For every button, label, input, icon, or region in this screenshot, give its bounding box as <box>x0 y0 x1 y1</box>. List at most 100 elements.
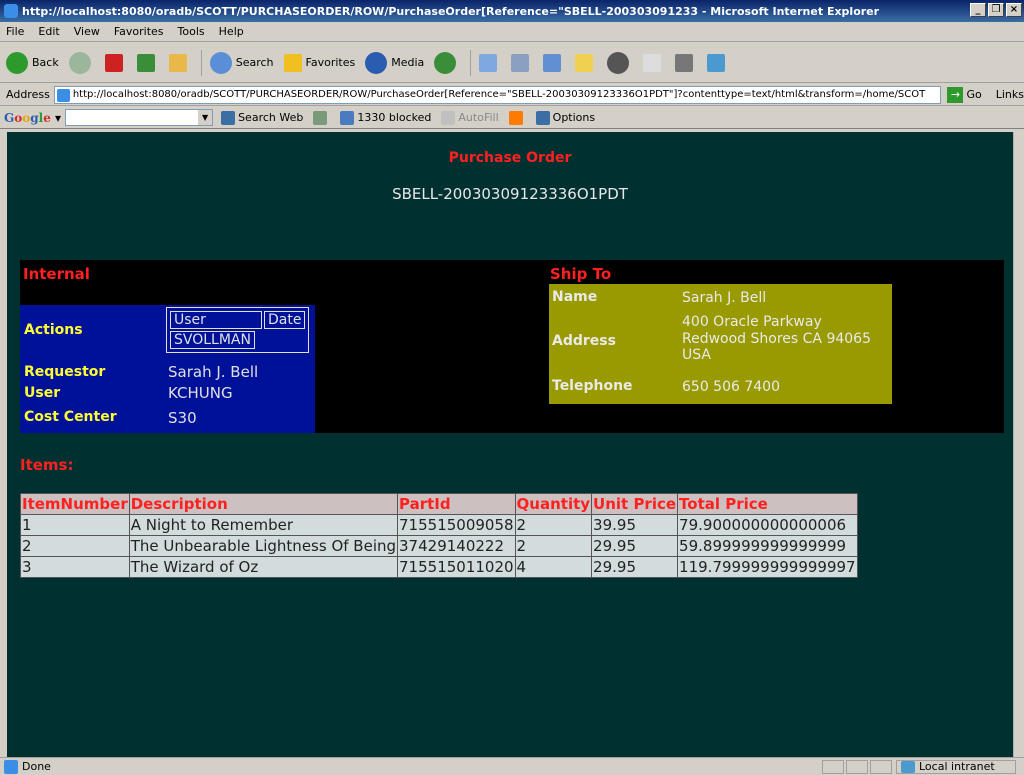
tools-button[interactable] <box>675 53 697 72</box>
home-button[interactable] <box>168 53 191 72</box>
popup-blocker-icon <box>340 110 355 125</box>
address-line-2: Redwood Shores CA 94065 <box>682 331 871 347</box>
address-line-3: USA <box>682 347 711 363</box>
menu-tools[interactable]: Tools <box>178 25 205 38</box>
cell-unit-price: 39.95 <box>591 514 679 536</box>
col-unit-price: Unit Price <box>591 493 679 515</box>
menu-edit[interactable]: Edit <box>38 25 59 38</box>
cell-quantity: 2 <box>514 514 593 536</box>
search-icon <box>209 51 232 74</box>
refresh-button[interactable] <box>136 53 159 72</box>
history-button[interactable] <box>434 51 460 74</box>
favorites-label: Favorites <box>305 56 356 69</box>
ie-icon <box>4 4 18 18</box>
menu-help[interactable]: Help <box>219 25 244 38</box>
discuss-icon <box>575 53 594 72</box>
cell-description: The Unbearable Lightness Of Being <box>128 535 399 557</box>
x-circle-icon <box>607 51 630 74</box>
messenger-button[interactable] <box>707 53 729 72</box>
chevron-down-icon[interactable]: ▼ <box>198 110 213 125</box>
cell-unit-price: 29.95 <box>591 535 679 557</box>
blogger-button[interactable] <box>508 110 526 125</box>
go-arrow-icon: → <box>947 86 964 103</box>
restore-button[interactable]: ❐ <box>988 3 1004 17</box>
cell-partid: 715515009058 <box>397 514 516 536</box>
search-button[interactable]: Search <box>209 51 274 74</box>
cost-center-label: Cost Center <box>24 409 117 425</box>
cell-quantity: 4 <box>514 556 593 578</box>
name-label: Name <box>552 289 598 305</box>
cell-partid: 715515011020 <box>397 556 516 578</box>
table-row: 3 The Wizard of Oz 715515011020 4 29.95 … <box>20 556 858 578</box>
ship-to-heading: Ship To <box>550 265 612 283</box>
mail-button[interactable] <box>479 53 501 72</box>
links-label[interactable]: Links <box>996 88 1024 101</box>
cell-unit-price: 29.95 <box>591 556 679 578</box>
actions-header-date: Date <box>264 311 306 329</box>
options-button[interactable]: Options <box>535 110 595 125</box>
popup-blocker-button[interactable]: 1330 blocked <box>340 110 432 125</box>
status-text: Done <box>22 760 51 773</box>
menu-view[interactable]: View <box>74 25 100 38</box>
address-line-1: 400 Oracle Parkway <box>682 314 822 330</box>
messenger-icon <box>707 53 726 72</box>
blocked-label: 1330 blocked <box>357 111 432 124</box>
standard-toolbar: Back Search Favorites Media <box>0 43 1024 83</box>
forward-arrow-icon <box>68 51 91 74</box>
favorites-button[interactable]: Favorites <box>283 53 356 72</box>
col-itemnumber: ItemNumber <box>20 493 130 515</box>
minimize-button[interactable]: _ <box>970 3 986 17</box>
cell-partid: 37429140222 <box>397 535 516 557</box>
discuss-button[interactable] <box>575 53 597 72</box>
pagerank-button[interactable] <box>313 110 330 125</box>
col-partid: PartId <box>397 493 516 515</box>
forward-button[interactable] <box>68 51 95 74</box>
search-label: Search <box>235 56 274 69</box>
actions-user-value: SVOLLMAN <box>170 331 255 349</box>
pagerank-icon <box>313 110 328 125</box>
address-label: Address <box>552 333 616 349</box>
page-icon <box>56 88 70 102</box>
menu-bar: File Edit View Favorites Tools Help <box>0 22 1024 42</box>
history-icon <box>434 51 457 74</box>
close-button[interactable]: × <box>1006 3 1022 17</box>
search-web-label: Search Web <box>238 111 304 124</box>
autofill-button[interactable]: AutoFill <box>441 110 499 125</box>
security-zone[interactable]: Local intranet <box>896 759 1016 774</box>
cell-total-price: 59.899999999999999 <box>677 535 858 557</box>
name-value: Sarah J. Bell <box>682 290 767 306</box>
status-cell <box>822 759 844 774</box>
home-icon <box>168 53 187 72</box>
go-button[interactable]: → Go <box>947 86 982 103</box>
google-search-input[interactable]: ▼ <box>65 109 214 126</box>
page-title: Purchase Order <box>448 150 572 166</box>
cost-center-value: S30 <box>168 409 197 427</box>
media-button[interactable]: Media <box>365 51 424 74</box>
search-web-button[interactable]: Search Web <box>221 110 304 125</box>
print-button[interactable] <box>511 53 533 72</box>
research-icon <box>643 53 662 72</box>
print-icon <box>511 53 530 72</box>
refresh-icon <box>136 53 155 72</box>
actions-table: User Date SVOLLMAN <box>166 307 310 353</box>
col-quantity: Quantity <box>514 493 593 515</box>
requestor-value: Sarah J. Bell <box>168 363 259 381</box>
edit-button[interactable] <box>543 53 565 72</box>
menu-file[interactable]: File <box>6 25 24 38</box>
col-description: Description <box>128 493 399 515</box>
cell-description: A Night to Remember <box>128 514 399 536</box>
user-value: KCHUNG <box>168 384 233 402</box>
back-button[interactable]: Back <box>6 51 59 74</box>
menu-favorites[interactable]: Favorites <box>114 25 164 38</box>
research-button[interactable] <box>643 53 665 72</box>
cell-itemnumber: 2 <box>20 535 130 557</box>
zone-label: Local intranet <box>919 760 995 773</box>
close-tab-button[interactable] <box>607 51 633 74</box>
cell-itemnumber: 1 <box>20 514 130 536</box>
address-input[interactable]: http://localhost:8080/oradb/SCOTT/PURCHA… <box>53 85 942 104</box>
vertical-scrollbar[interactable] <box>1013 132 1024 757</box>
telephone-value: 650 506 7400 <box>682 379 780 395</box>
actions-label: Actions <box>24 322 83 338</box>
stop-button[interactable] <box>104 53 127 72</box>
google-logo[interactable]: Google ▾ <box>4 111 61 125</box>
